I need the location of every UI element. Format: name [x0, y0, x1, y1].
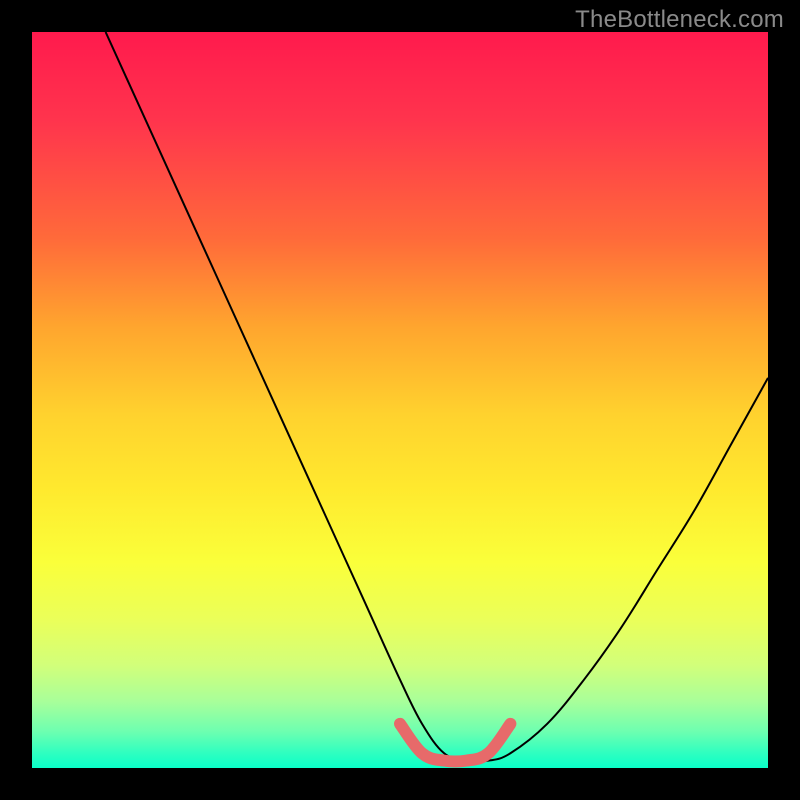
bottom-marker	[400, 724, 510, 762]
main-curve	[106, 32, 768, 762]
plot-area	[32, 32, 768, 768]
chart-frame: TheBottleneck.com	[0, 0, 800, 800]
watermark-text: TheBottleneck.com	[575, 6, 784, 34]
curve-layer	[32, 32, 768, 768]
